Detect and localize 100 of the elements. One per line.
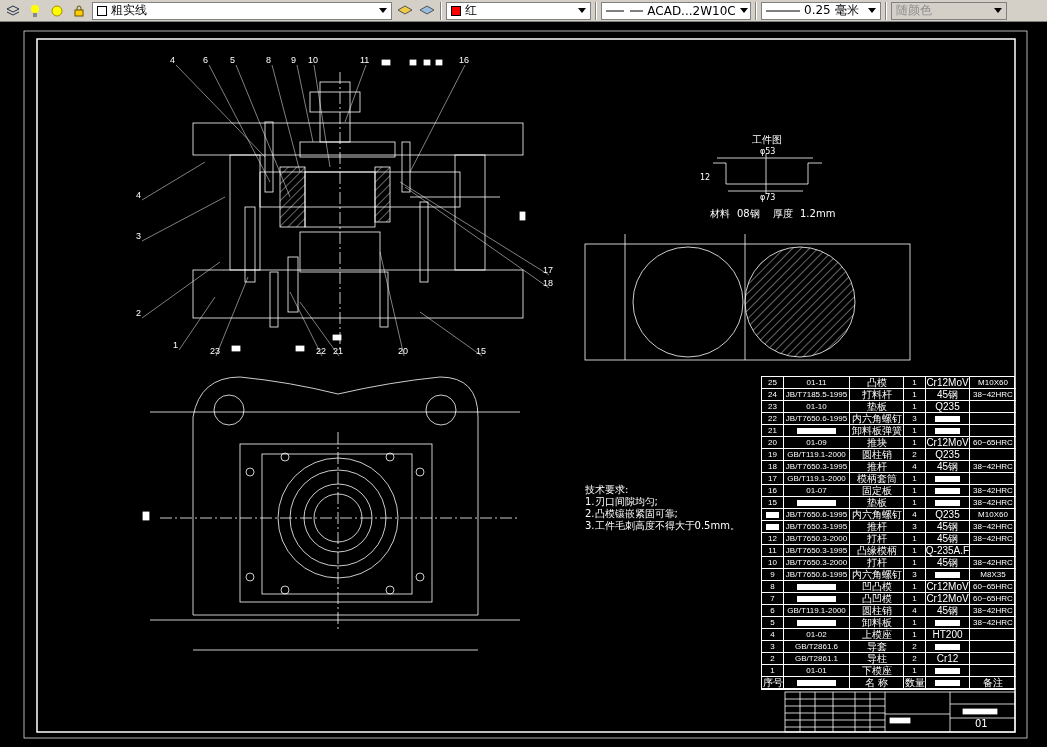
balloon-number: 23 <box>210 346 220 356</box>
table-cell: 序号 <box>762 677 784 689</box>
table-cell: 凸缘模柄 <box>850 545 904 557</box>
table-cell: 38~42HRC <box>970 461 1016 473</box>
table-cell: 38~42HRC <box>970 557 1016 569</box>
thickness-value: 1.2mm <box>800 208 836 220</box>
table-cell: 打杆 <box>850 533 904 545</box>
layer-dropdown[interactable]: 粗实线 <box>92 1 392 20</box>
material-label: 材料 <box>710 208 730 220</box>
table-cell: 60~65HRC <box>970 437 1016 449</box>
table-cell: 38~42HRC <box>970 605 1016 617</box>
table-cell: 1 <box>762 665 784 677</box>
table-cell: 45钢 <box>926 521 970 533</box>
table-cell: 60~65HRC <box>970 593 1016 605</box>
balloon-number: 2 <box>136 308 141 318</box>
linetype-dropdown[interactable]: ACAD...2W10C <box>601 1 751 20</box>
note-text: 1.刃口间隙均匀; <box>585 496 659 508</box>
table-cell: 1 <box>904 629 926 641</box>
balloon-number: 1 <box>173 340 178 350</box>
table-cell: GB/T2861.1 <box>784 653 850 665</box>
table-cell: JB/T7650.6-1995 <box>784 569 850 581</box>
table-cell: JB/T7650.6-1995 <box>784 413 850 425</box>
table-cell: 备注 <box>970 677 1016 689</box>
balloon-number: 18 <box>543 278 553 288</box>
table-cell: 内六角螺钉 <box>850 413 904 425</box>
table-cell: 1 <box>904 545 926 557</box>
table-cell: 1 <box>904 485 926 497</box>
table-cell: 01-10 <box>784 401 850 413</box>
table-cell: 卸料板弹簧 <box>850 425 904 437</box>
balloon-number: 20 <box>398 346 408 356</box>
table-cell: 数量 <box>904 677 926 689</box>
table-cell: 38~42HRC <box>970 389 1016 401</box>
dimension-text: φ73 <box>760 192 776 204</box>
table-cell: 3 <box>904 569 926 581</box>
table-cell: 固定板 <box>850 485 904 497</box>
table-cell: Cr12 <box>926 653 970 665</box>
color-dropdown[interactable]: 红 <box>446 1 591 20</box>
table-cell: 名 称 <box>850 677 904 689</box>
dimension-text: 12 <box>700 172 711 184</box>
table-cell: 38~42HRC <box>970 533 1016 545</box>
table-cell: 38~42HRC <box>970 497 1016 509</box>
table-cell: 打料杆 <box>850 389 904 401</box>
table-cell: 下模座 <box>850 665 904 677</box>
table-cell: 6 <box>762 605 784 617</box>
table-cell: 1 <box>904 497 926 509</box>
table-cell: GB/T119.1-2000 <box>784 473 850 485</box>
table-cell: 21 <box>762 425 784 437</box>
table-cell: 01-01 <box>784 665 850 677</box>
table-cell: 1 <box>904 557 926 569</box>
table-cell: 12 <box>762 533 784 545</box>
table-cell: 7 <box>762 593 784 605</box>
table-cell: 凸凹模 <box>850 593 904 605</box>
table-cell: 凸模 <box>850 377 904 389</box>
table-cell: 1 <box>904 389 926 401</box>
balloon-number: 3 <box>136 231 141 241</box>
table-cell: GB/T2861.6 <box>784 641 850 653</box>
balloon-number: 10 <box>308 55 318 65</box>
balloon-number: 5 <box>230 55 235 65</box>
table-cell: 1 <box>904 437 926 449</box>
table-cell: 2 <box>904 449 926 461</box>
material-value: 08钢 <box>737 208 760 220</box>
drawing-number: 01 <box>975 718 988 730</box>
table-cell: 3 <box>904 521 926 533</box>
balloon-number: 21 <box>333 346 343 356</box>
balloon-number: 9 <box>291 55 296 65</box>
lineweight-dropdown[interactable]: 0.25 毫米 <box>761 1 881 20</box>
table-cell: 内六角螺钉 <box>850 569 904 581</box>
table-cell: 38~42HRC <box>970 521 1016 533</box>
thickness-label: 厚度 <box>773 208 793 220</box>
table-cell: 10 <box>762 557 784 569</box>
table-cell: 1 <box>904 425 926 437</box>
table-cell: Cr12MoV <box>926 581 970 593</box>
table-cell: 导柱 <box>850 653 904 665</box>
table-cell: Q235 <box>926 509 970 521</box>
table-cell: JB/T7650.3-2000 <box>784 557 850 569</box>
table-cell: 垫板 <box>850 401 904 413</box>
table-cell: 1 <box>904 533 926 545</box>
balloon-number: 17 <box>543 265 553 275</box>
table-cell: M8X35 <box>970 569 1016 581</box>
table-cell: 24 <box>762 389 784 401</box>
table-cell: 4 <box>762 629 784 641</box>
table-cell: 17 <box>762 473 784 485</box>
table-cell: JB/T7185.5-1995 <box>784 389 850 401</box>
table-cell: 圆柱销 <box>850 605 904 617</box>
balloon-number: 16 <box>459 55 469 65</box>
table-cell: 01-09 <box>784 437 850 449</box>
table-cell: 打杆 <box>850 557 904 569</box>
table-cell: 4 <box>904 509 926 521</box>
balloon-number: 6 <box>203 55 208 65</box>
table-cell: 38~42HRC <box>970 485 1016 497</box>
table-cell: 凹凸模 <box>850 581 904 593</box>
note-text: 3.工件毛刺高度不得大于0.5mm。 <box>585 520 740 532</box>
table-cell: JB/T7650.3-1995 <box>784 545 850 557</box>
table-cell: 4 <box>904 605 926 617</box>
balloon-number: 22 <box>316 346 326 356</box>
table-cell: 推杆 <box>850 521 904 533</box>
table-cell: 模柄套筒 <box>850 473 904 485</box>
table-cell: 20 <box>762 437 784 449</box>
table-cell: 38~42HRC <box>970 617 1016 629</box>
table-cell: Q-235A.F <box>926 545 970 557</box>
